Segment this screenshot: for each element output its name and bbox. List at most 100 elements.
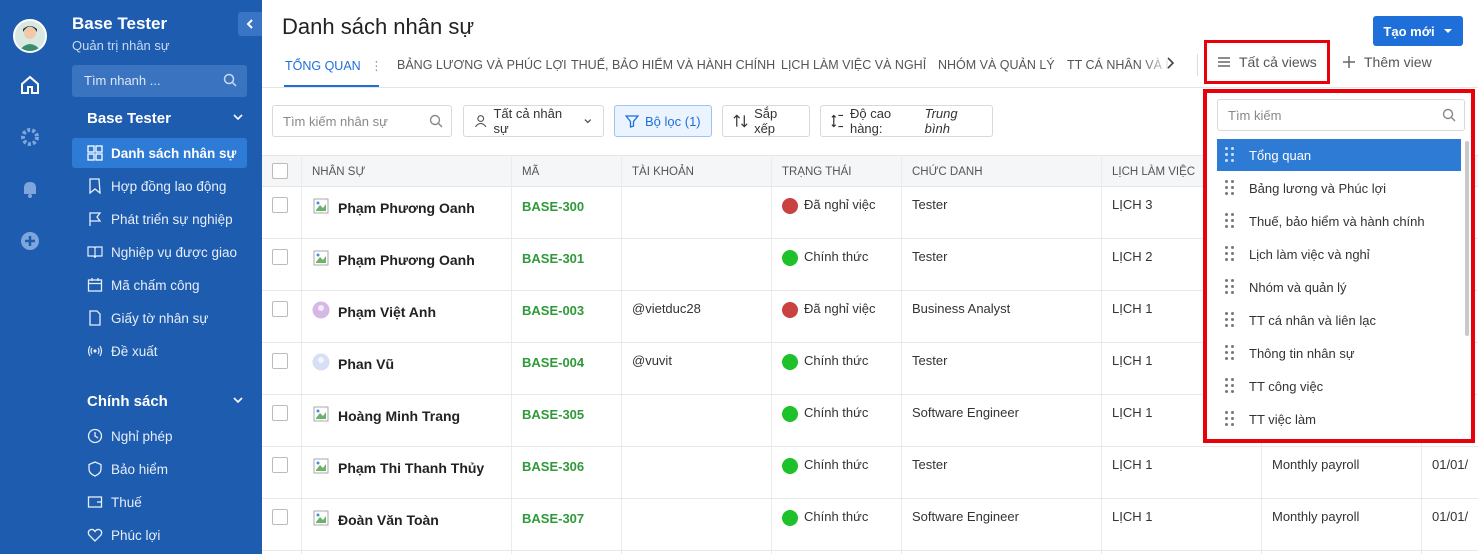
employee-name[interactable]: Phạm Phương Oanh [312,197,475,218]
row-checkbox[interactable] [272,301,288,317]
employee-name-text: Phạm Phương Oanh [338,199,475,216]
status-dot [782,457,798,474]
tab-tong-quan[interactable]: TỔNG QUAN ⋮ [285,58,383,73]
status-dot [782,197,798,214]
tab-thue-bao-hiem[interactable]: THUẾ, BẢO HIỂM VÀ HÀNH CHÍNH [571,58,775,72]
views-search-input[interactable]: Tìm kiếm [1217,99,1465,131]
sidebar-item-giay-to[interactable]: Giấy tờ nhân sự [72,303,247,333]
row-checkbox[interactable] [272,457,288,473]
table-row[interactable]: Phạm Thi Thanh Thủy BASE-306 Chính thức Tes… [262,447,1478,499]
view-option-label: Tổng quan [1249,147,1312,163]
tab-label: LỊCH LÀM VIỆC VÀ NGHỈ [781,58,927,72]
sidebar-item-hop-dong[interactable]: Hợp đồng lao động [72,171,247,201]
tab-bang-luong[interactable]: BẢNG LƯƠNG VÀ PHÚC LỢI [397,58,567,72]
add-view-label: Thêm view [1364,54,1432,70]
row-checkbox[interactable] [272,197,288,213]
sidebar-item-nghi-phep[interactable]: Nghỉ phép [72,421,247,451]
column-header[interactable]: LỊCH LÀM VIỆC [1112,166,1195,178]
employee-name[interactable]: Phan Vũ [312,353,394,374]
view-option[interactable]: TT cá nhân và liên lạc [1217,304,1461,336]
view-option[interactable]: Nhóm và quản lý [1217,271,1461,303]
create-button[interactable]: Tạo mới [1373,16,1463,46]
employee-name[interactable]: Phạm Thi Thanh Thủy [312,457,484,478]
view-option[interactable]: Thuế, bảo hiểm và hành chính [1217,205,1461,237]
status-dot [782,301,798,318]
tabs-next-button[interactable] [1164,56,1176,75]
drag-handle-icon[interactable] [1225,345,1235,361]
sidebar-item-bao-hiem[interactable]: Bảo hiểm [72,454,247,484]
status-dot [782,405,798,422]
tab-lich-lam-viec[interactable]: LỊCH LÀM VIỆC VÀ NGHỈ [781,58,926,72]
drag-handle-icon[interactable] [1225,411,1235,427]
column-header[interactable]: TÀI KHOẢN [632,166,694,178]
column-header[interactable]: TRẠNG THÁI [782,166,851,178]
view-option[interactable]: TT công việc [1217,370,1461,402]
all-staff-dropdown[interactable]: Tất cả nhân sự [463,105,604,137]
select-all-checkbox[interactable] [272,163,288,179]
employee-name[interactable]: Phạm Phương Oanh [312,249,475,270]
scrollbar[interactable] [1465,141,1469,336]
view-option[interactable]: TT việc làm [1217,403,1461,435]
home-icon[interactable] [17,72,43,98]
table-row[interactable]: Đoàn Văn Toàn BASE-307 Chính thức Software … [262,499,1478,551]
flag-icon [86,210,104,228]
view-option[interactable]: Lịch làm việc và nghỉ [1217,238,1461,270]
filter-button[interactable]: Bộ lọc (1) [614,105,712,137]
sidebar-item-nghiep-vu[interactable]: Nghiệp vụ được giao [72,237,247,267]
avatar[interactable] [13,19,47,53]
sidebar-item-ma-cham-cong[interactable]: Mã chấm công [72,270,247,300]
employee-name[interactable]: Phạm Việt Anh [312,301,436,322]
drag-handle-icon[interactable] [1225,378,1235,394]
drag-handle-icon[interactable] [1225,279,1235,295]
work-schedule: LỊCH 2 [1112,249,1153,264]
drag-handle-icon[interactable] [1225,312,1235,328]
staff-search-input[interactable]: Tìm kiếm nhân sự [272,105,452,137]
row-checkbox[interactable] [272,249,288,265]
drag-handle-icon[interactable] [1225,213,1235,229]
view-option[interactable]: Thông tin nhân sự [1217,337,1461,369]
more-vertical-icon[interactable]: ⋮ [370,59,383,73]
employee-name-text: Phạm Phương Oanh [338,251,475,268]
job-title: Tester [912,353,948,368]
views-search-placeholder: Tìm kiếm [1228,108,1282,123]
status-text: Đã nghỉ việc [804,301,876,316]
row-checkbox[interactable] [272,405,288,421]
group-base-tester[interactable]: Base Tester [87,110,243,127]
row-height-button[interactable]: Độ cao hàng: Trung bình [820,105,993,137]
workspace-subtitle: Quản trị nhân sự [72,38,170,53]
column-header[interactable]: CHỨC DANH [912,166,983,178]
drag-handle-icon[interactable] [1225,246,1235,262]
view-option[interactable]: Tổng quan [1217,139,1461,171]
add-circle-icon[interactable] [17,228,43,254]
sort-button[interactable]: Sắp xếp [722,105,810,137]
employee-name[interactable]: Hoàng Minh Trang [312,405,460,426]
gear-icon[interactable] [17,124,43,150]
row-checkbox[interactable] [272,353,288,369]
quick-search-input[interactable]: Tìm nhanh ... [72,65,247,97]
status-text: Chính thức [804,405,869,420]
tab-nhom-quan-ly[interactable]: NHÓM VÀ QUẢN LÝ [938,58,1055,72]
view-option[interactable]: Bảng lương và Phúc lợi [1217,172,1461,204]
drag-handle-icon[interactable] [1225,180,1235,196]
employee-code: BASE-307 [522,511,585,526]
sidebar-item-de-xuat[interactable]: Đề xuất [72,336,247,366]
add-view-button[interactable]: Thêm view [1342,54,1432,70]
column-header[interactable]: NHÂN SỰ [312,166,365,178]
column-header[interactable]: MÃ [522,166,539,178]
sidebar-item-danh-sach-nhan-su[interactable]: Danh sách nhân sự [72,138,247,168]
work-schedule: LỊCH 1 [1112,301,1153,316]
status-badge: Chính thức [782,457,868,474]
bell-icon[interactable] [17,176,43,202]
drag-handle-icon[interactable] [1225,147,1235,163]
row-checkbox[interactable] [272,509,288,525]
sidebar-item-phat-trien[interactable]: Phát triển sự nghiệp [72,204,247,234]
sidebar-item-thue[interactable]: Thuế [72,487,247,517]
group-chinh-sach[interactable]: Chính sách [87,393,243,410]
avatar [312,197,330,218]
collapse-sidebar-button[interactable] [238,12,262,36]
work-schedule: LỊCH 3 [1112,197,1153,212]
employee-name[interactable]: Đoàn Văn Toàn [312,509,439,530]
sidebar-item-phuc-loi[interactable]: Phúc lợi [72,520,247,550]
all-views-button[interactable]: Tất cả views [1204,40,1330,84]
search-icon [1442,108,1456,122]
